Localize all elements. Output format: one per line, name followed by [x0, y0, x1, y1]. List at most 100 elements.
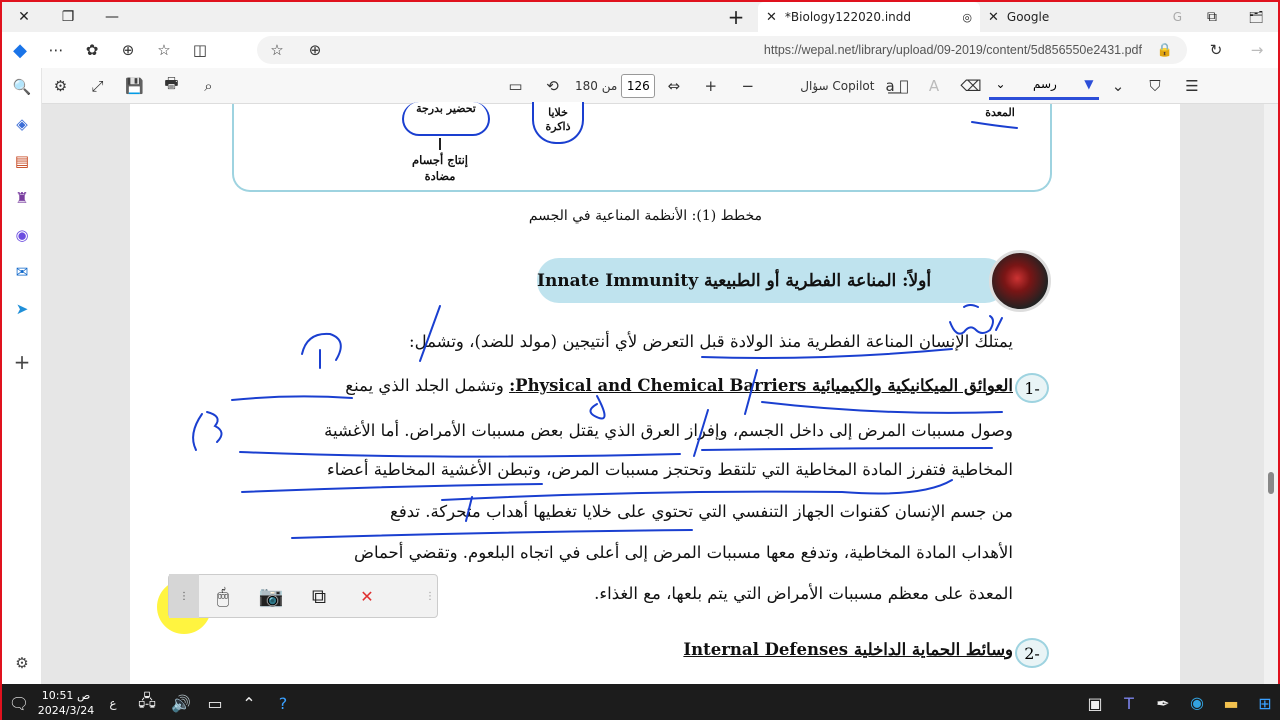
diagram-node-mid-text: خلايا ذاكرة	[545, 106, 571, 133]
tab-title: *Biology122020.indd	[784, 10, 912, 24]
notifications-icon[interactable]: 🗨	[2, 684, 36, 720]
close-tab-icon[interactable]: ✕	[766, 10, 777, 25]
clock[interactable]: 10:51 ص 2024/3/24	[36, 688, 96, 718]
expand-icon[interactable]: ⤢	[79, 68, 116, 104]
teams-icon[interactable]: T	[1112, 684, 1146, 720]
help-icon[interactable]: ?	[266, 684, 300, 720]
diagram-caption: مخطط (1): الأنظمة المناعية في الجسم	[528, 208, 762, 224]
draw-dropdown[interactable]: ⌄ رسم ▼	[989, 72, 1100, 100]
sidebar-settings-icon[interactable]: ⚙	[2, 644, 42, 681]
start-icon[interactable]: ⊞	[1248, 684, 1280, 720]
lock-icon[interactable]: 🔒	[1157, 43, 1173, 58]
page-total: من 180	[575, 78, 618, 93]
rotate-icon[interactable]: ⟲	[534, 68, 571, 104]
highlight-icon[interactable]: ⌄	[1099, 68, 1136, 104]
drag-handle-right-icon[interactable]: ⋮	[425, 591, 437, 602]
shopping-tag-icon[interactable]: ◈	[2, 105, 42, 142]
item1-line5: الأهداب المادة المخاطية، وتدفع معها مسبب…	[354, 543, 1013, 562]
refresh-icon[interactable]: ↻	[1198, 32, 1234, 68]
split-screen-icon[interactable]: ◫	[182, 32, 218, 68]
add-sidebar-icon[interactable]: +	[2, 343, 42, 380]
draw-label: رسم	[1032, 77, 1057, 91]
restore-window-button[interactable]: ❐	[46, 2, 90, 32]
clock-time: 10:51 ص	[41, 689, 91, 702]
item1-line6: المعدة على معظم مسببات الأمراض التي يتم …	[594, 584, 1013, 603]
battery-icon[interactable]: ▭	[198, 684, 232, 720]
close-window-button[interactable]: ✕	[2, 2, 46, 32]
close-capture-icon[interactable]: ✕	[343, 574, 391, 618]
close-tab-icon[interactable]: ✕	[988, 10, 999, 25]
page-view-icon[interactable]: ▭	[497, 68, 534, 104]
scrollbar-thumb[interactable]	[1268, 472, 1274, 494]
taskbar: 🗨 10:51 ص 2024/3/24 ع 🖧 🔊 ▭ ⌃ ? ▣ T ✒ ◉ …	[2, 684, 1280, 720]
send-icon[interactable]: ➤	[2, 290, 42, 327]
diagram-node-left-bottom: إنتاج أجسام مضادة	[412, 153, 468, 183]
games-chess-icon[interactable]: ♜	[2, 179, 42, 216]
contents-icon[interactable]: ☰	[1173, 68, 1210, 104]
item1-line1-tail: وتشمل الجلد الذي يمنع	[345, 376, 504, 395]
address-bar[interactable]: ☆ ⊕ https://wepal.net/library/upload/09-…	[257, 36, 1187, 64]
intro-text: يمتلك الإنسان المناعة الفطرية منذ الولاد…	[409, 332, 1013, 351]
item1-line2: وصول مسببات المرض إلى داخل الجسم، وإفراز…	[324, 421, 1013, 440]
extensions-icon[interactable]: ✿	[74, 32, 110, 68]
more-options-icon[interactable]: ⋯	[38, 32, 74, 68]
copilot-icon[interactable]: ◉	[2, 216, 42, 253]
diagram-arrow	[439, 138, 441, 150]
camera-icon[interactable]: 📷	[247, 574, 295, 618]
eraser-icon[interactable]: ⌫	[952, 68, 989, 104]
tab-google[interactable]: ✕ Google G	[980, 2, 1190, 32]
highlighter-icon[interactable]: ⛉	[1136, 68, 1173, 104]
page-number-input[interactable]: 126	[621, 73, 656, 98]
forward-icon[interactable]: →	[1239, 32, 1275, 68]
new-tab-icon[interactable]: +	[714, 2, 758, 32]
edge-taskbar-icon[interactable]: ◉	[1180, 684, 1214, 720]
settings-icon[interactable]: ⚙	[42, 68, 79, 104]
save-icon[interactable]: 💾	[116, 68, 153, 104]
tab-audio-icon: ◎	[962, 10, 972, 24]
zoom-icon[interactable]: ⊕	[297, 32, 333, 68]
edge-logo-icon[interactable]: ◆	[2, 32, 38, 68]
chevron-up-icon[interactable]: ⌃	[232, 684, 266, 720]
item1-line3: المخاطية فتفرز المادة المخاطية التي تلتق…	[326, 460, 1013, 479]
workspaces-icon[interactable]: 🗂	[1234, 2, 1278, 32]
ask-copilot-button[interactable]: سؤال Copilot	[796, 79, 878, 93]
pdf-toolbar: ⚙ ⤢ 💾 🖶 ⌕ ▭ ⟲ من 180 126 ⇔ + − سؤال Copi…	[42, 68, 1278, 104]
scrollbar[interactable]	[1264, 104, 1278, 684]
volume-icon[interactable]: 🔊	[164, 684, 198, 720]
item1-line4: من جسم الإنسان كقنوات الجهاز التنفسي الت…	[390, 502, 1013, 521]
collections-icon[interactable]: ⊕	[110, 32, 146, 68]
diagram-node-right-text: المعدة	[985, 106, 1015, 119]
add-favorite-icon[interactable]: ☆	[259, 32, 295, 68]
tab-actions-icon[interactable]: ⧉	[1190, 2, 1234, 32]
google-icon: G	[1172, 10, 1182, 24]
file-explorer-icon[interactable]: ▬	[1214, 684, 1248, 720]
item1-line1: العوائق الميكانيكية والكيميائية Physical…	[345, 376, 1013, 395]
recorder-app-icon[interactable]: ▣	[1078, 684, 1112, 720]
item2-title: وسائط الحماية الداخلية Internal Defenses	[683, 640, 1013, 659]
zoom-out-icon[interactable]: −	[729, 68, 766, 104]
read-aloud-icon[interactable]: a͟ ⃝	[878, 68, 915, 104]
drag-handle-icon[interactable]: ⋮	[169, 574, 199, 618]
favorites-icon[interactable]: ☆	[146, 32, 182, 68]
tab-title: Google	[1006, 10, 1050, 24]
item-number-2: 2-	[1015, 638, 1049, 668]
section-heading: أولاً: المناعة الفطرية أو الطبيعية Innat…	[537, 258, 1007, 303]
title-bar: ✕ ❐ — + ✕ *Biology122020.indd ◎ ✕ Google…	[2, 2, 1278, 32]
fit-width-icon[interactable]: ⇔	[655, 68, 692, 104]
minimize-window-button[interactable]: —	[90, 2, 134, 32]
pen-icon: ▼	[1084, 77, 1094, 91]
outlook-icon[interactable]: ✉	[2, 253, 42, 290]
pen-app-icon[interactable]: ✒	[1146, 684, 1180, 720]
zoom-in-icon[interactable]: +	[692, 68, 729, 104]
sidebar: 🔍 ◈ ▤ ♜ ◉ ✉ ➤ + ⚙	[2, 68, 42, 684]
text-icon[interactable]: A	[915, 68, 952, 104]
language-indicator[interactable]: ع	[96, 684, 130, 720]
tools-briefcase-icon[interactable]: ▤	[2, 142, 42, 179]
tab-biology[interactable]: ✕ *Biology122020.indd ◎	[758, 2, 980, 32]
print-icon[interactable]: 🖶	[153, 68, 190, 104]
record-icon[interactable]: ⧉	[295, 574, 343, 618]
network-icon[interactable]: 🖧	[130, 684, 164, 720]
find-icon[interactable]: ⌕	[190, 68, 227, 104]
search-icon[interactable]: 🔍	[2, 68, 42, 105]
mouse-icon[interactable]: 🖱	[199, 574, 247, 618]
